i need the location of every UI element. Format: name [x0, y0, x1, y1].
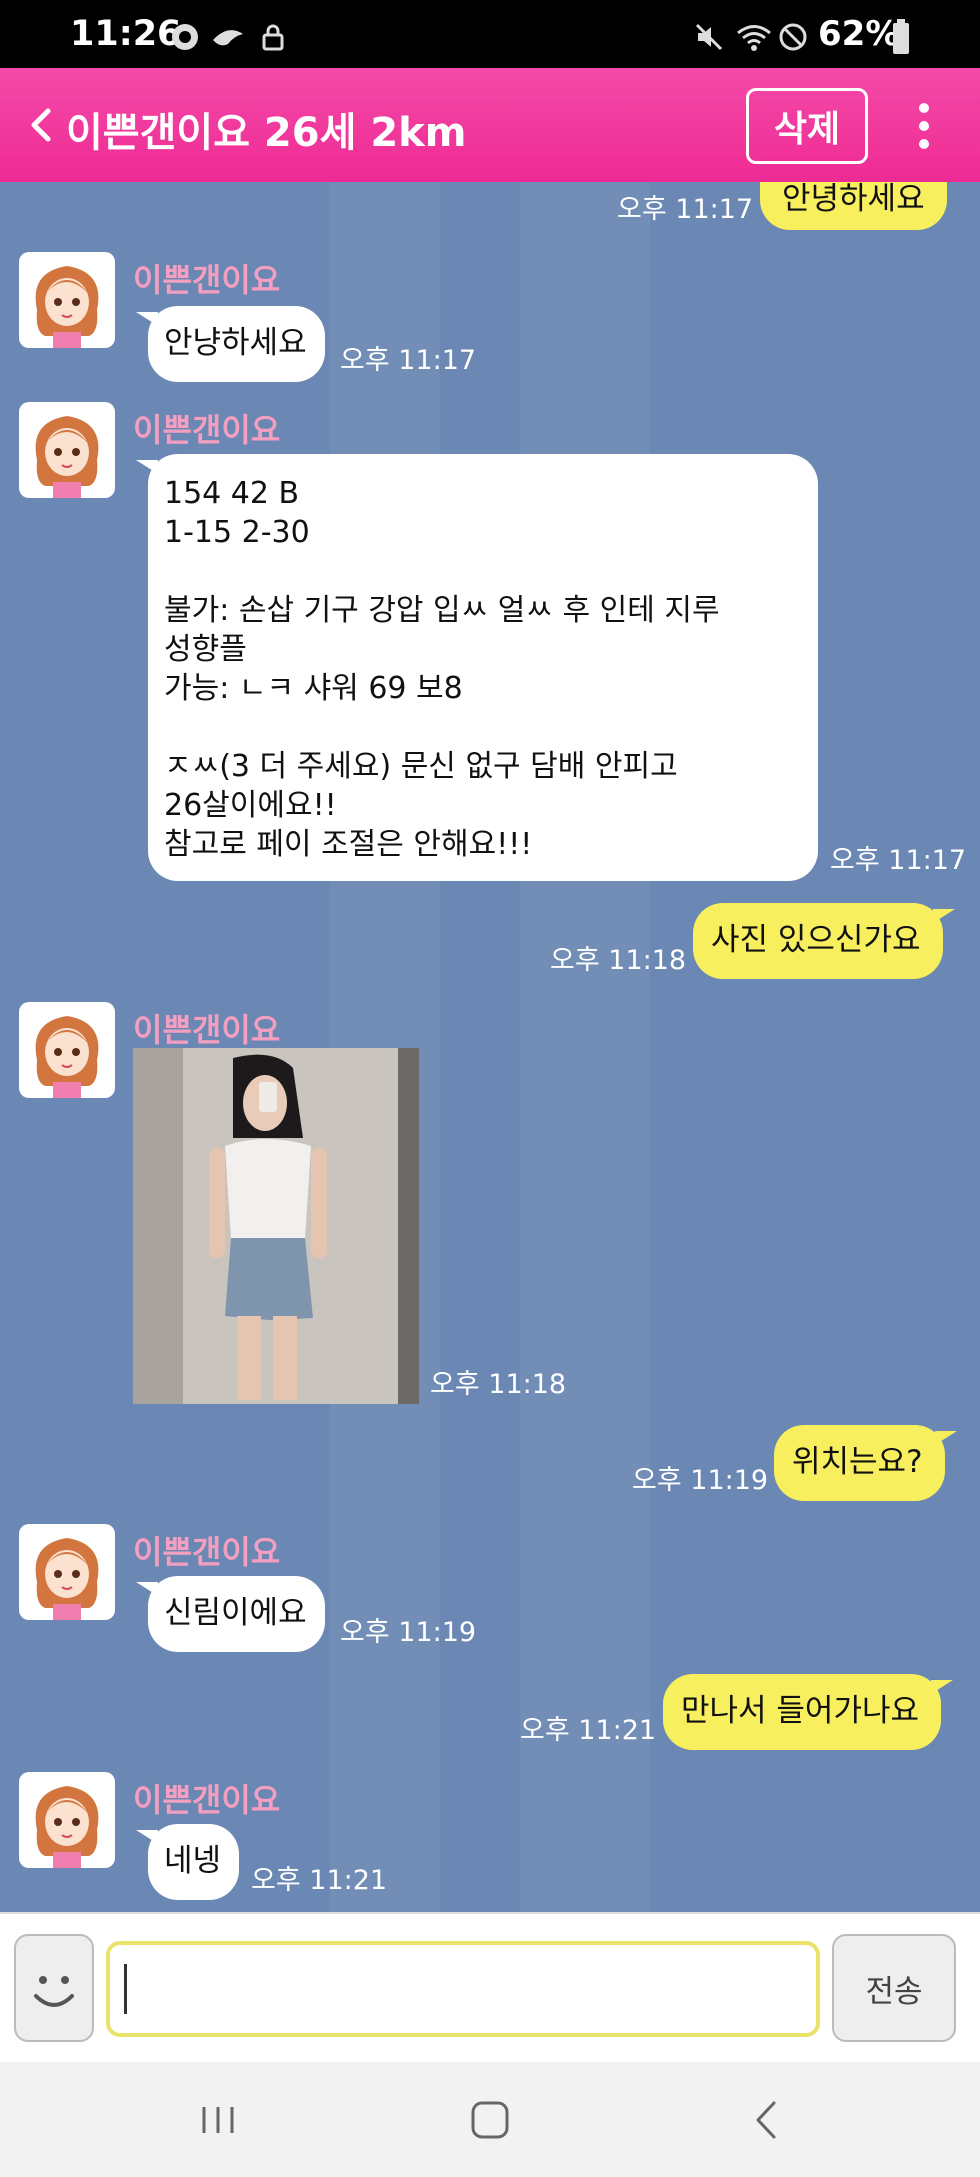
wifi-icon	[737, 25, 771, 51]
more-vertical-icon[interactable]	[900, 94, 948, 158]
sender-name: 이쁜갠이요	[133, 1533, 281, 1571]
message-time: 오후 11:17	[617, 194, 754, 225]
battery-icon	[893, 19, 909, 54]
smiley-icon	[34, 1976, 74, 2007]
message-time: 오후 11:17	[340, 345, 477, 376]
message-text: 신림이에요	[164, 1595, 307, 1631]
delete-button[interactable]: 삭제	[746, 88, 868, 164]
avatar-icon	[35, 1016, 99, 1098]
message-time: 오후 11:19	[632, 1465, 769, 1496]
chat-header: 이쁜갠이요 26세 2km 삭제	[0, 68, 980, 182]
back-icon[interactable]	[746, 2095, 790, 2145]
message-text: 만나서 들어가나요	[681, 1693, 920, 1729]
avatar-icon	[35, 1786, 99, 1868]
incoming-bubble[interactable]: 네넹	[135, 1824, 240, 1900]
avatar[interactable]	[19, 1772, 115, 1868]
incoming-bubble[interactable]: 신림이에요	[136, 1576, 325, 1652]
text-cursor	[124, 1964, 127, 2014]
message-time: 오후 11:17	[830, 845, 967, 876]
outgoing-bubble[interactable]: 사진 있으신가요	[693, 903, 954, 979]
incoming-bubble[interactable]: 안냥하세요	[136, 306, 325, 382]
message-text: 안냥하세요	[164, 325, 307, 361]
incoming-bubble[interactable]: 154 42 B 1-15 2-30 불가: 손삽 기구 강압 입ㅆ 얼ㅆ 후 …	[136, 454, 818, 881]
sender-name: 이쁜갠이요	[133, 1781, 281, 1819]
avatar[interactable]	[19, 402, 115, 498]
chat-area[interactable]: 오후 11:17 안녕하세요 이쁜갠이요 안냥하세요 오후 11:17 이쁜갠이…	[0, 182, 980, 1912]
message-text: 위치는요?	[792, 1444, 923, 1480]
outgoing-bubble[interactable]: 위치는요?	[774, 1425, 957, 1501]
message-text: 안녕하세요	[782, 182, 925, 217]
avatar-icon	[35, 266, 99, 348]
outgoing-bubble[interactable]: 안녕하세요	[760, 182, 947, 230]
recent-apps-icon[interactable]	[196, 2095, 240, 2145]
message-input-bar: 전송	[0, 1912, 980, 2062]
avatar[interactable]	[19, 1524, 115, 1620]
notification-badge-icon	[172, 24, 198, 50]
home-icon[interactable]	[468, 2095, 512, 2145]
avatar[interactable]	[19, 1002, 115, 1098]
sender-name: 이쁜갠이요	[133, 411, 281, 449]
photo-attachment[interactable]	[133, 1048, 419, 1404]
do-not-disturb-icon	[779, 23, 807, 51]
chat-title: 이쁜갠이요 26세 2km	[66, 110, 467, 156]
avatar-icon	[35, 416, 99, 498]
message-text: 사진 있으신가요	[711, 922, 921, 958]
status-time: 11:26	[70, 14, 182, 54]
message-time: 오후 11:19	[340, 1617, 477, 1648]
notification-app-icon	[213, 30, 243, 46]
photo-image	[133, 1048, 419, 1404]
lock-icon	[262, 24, 284, 51]
message-time: 오후 11:21	[251, 1865, 388, 1896]
message-input[interactable]	[106, 1941, 820, 2037]
outgoing-bubble[interactable]: 만나서 들어가나요	[663, 1674, 954, 1750]
system-nav-bar	[0, 2062, 980, 2177]
avatar-icon	[35, 1538, 99, 1620]
battery-percent: 62%	[818, 14, 900, 54]
sender-name: 이쁜갠이요	[133, 1011, 281, 1049]
send-button[interactable]: 전송	[832, 1934, 956, 2042]
status-bar: 11:26 62%	[0, 0, 980, 68]
message-text: 네넹	[164, 1843, 222, 1879]
avatar[interactable]	[19, 252, 115, 348]
emoji-button[interactable]	[14, 1934, 94, 2042]
message-text: 154 42 B 1-15 2-30 불가: 손삽 기구 강압 입ㅆ 얼ㅆ 후 …	[164, 476, 720, 862]
sender-name: 이쁜갠이요	[133, 261, 281, 299]
chevron-left-icon[interactable]	[20, 103, 64, 147]
message-time: 오후 11:18	[430, 1369, 567, 1400]
message-time: 오후 11:18	[550, 945, 687, 976]
message-time: 오후 11:21	[520, 1715, 657, 1746]
mute-icon	[695, 23, 723, 51]
